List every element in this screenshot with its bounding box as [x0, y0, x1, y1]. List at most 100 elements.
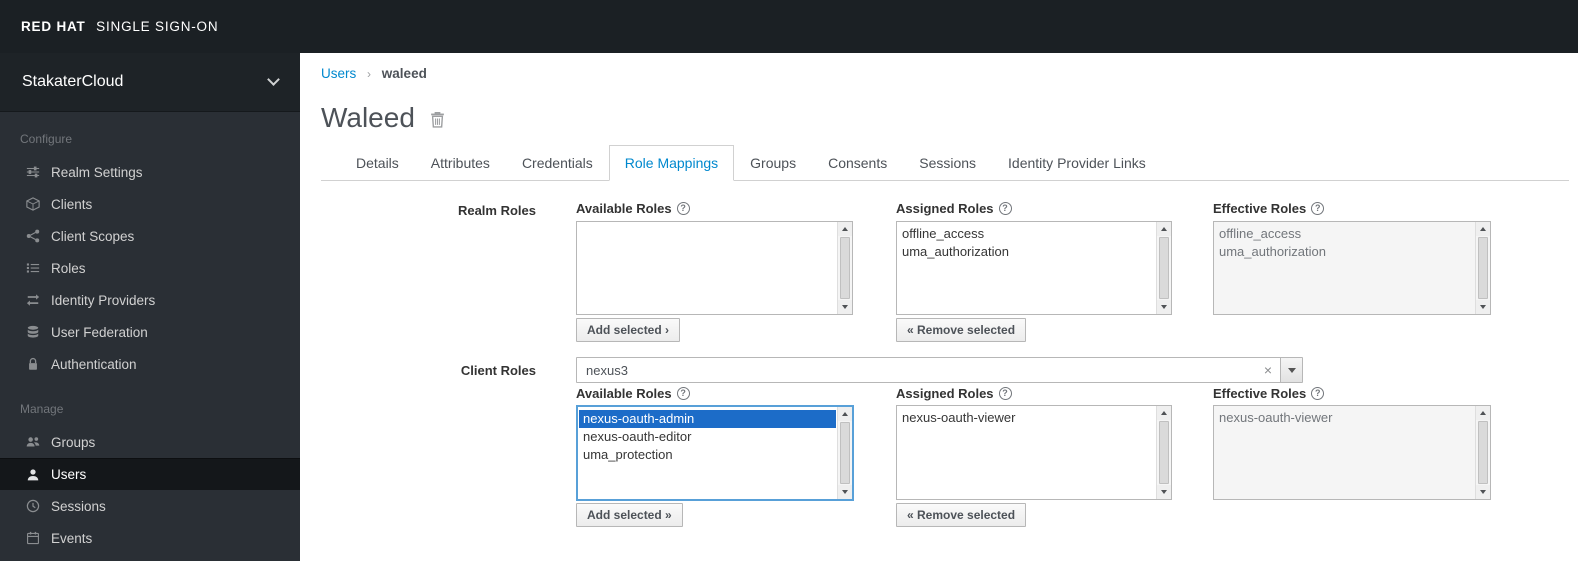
clear-selection-icon[interactable]: ×: [1256, 362, 1280, 378]
sidebar-item-roles[interactable]: Roles: [0, 252, 300, 284]
listbox-options: nexus-oauth-viewer: [897, 406, 1156, 499]
lock-icon: [25, 357, 40, 372]
realm-remove-selected-button[interactable]: « Remove selected: [896, 318, 1027, 342]
scroll-up-button[interactable]: [1476, 406, 1490, 420]
help-icon[interactable]: ?: [1311, 387, 1325, 400]
delete-user-icon[interactable]: [430, 111, 445, 128]
dropdown-toggle-button[interactable]: [1280, 358, 1302, 382]
scroll-up-button[interactable]: [838, 222, 852, 236]
sidebar-item-realm-settings[interactable]: Realm Settings: [0, 156, 300, 188]
tab-attributes[interactable]: Attributes: [415, 145, 506, 181]
sidebar-item-users[interactable]: Users: [0, 458, 300, 490]
tab-consents[interactable]: Consents: [812, 145, 903, 181]
scrollbar[interactable]: [837, 222, 852, 314]
scroll-down-button[interactable]: [838, 485, 852, 499]
scroll-thumb[interactable]: [840, 422, 850, 484]
chevron-down-icon: [267, 73, 280, 86]
client-select[interactable]: nexus3 ×: [576, 357, 1303, 383]
client-roles-label: Client Roles: [460, 363, 536, 378]
scroll-down-button[interactable]: [1476, 300, 1490, 314]
sidebar-item-client-scopes[interactable]: Client Scopes: [0, 220, 300, 252]
scrollbar[interactable]: [1475, 222, 1490, 314]
triangle-down-icon: [1161, 490, 1167, 494]
realm-roles-label: Realm Roles: [457, 203, 536, 218]
role-option-selected[interactable]: nexus-oauth-admin: [579, 410, 836, 428]
help-icon[interactable]: ?: [998, 387, 1012, 400]
brand-secondary: SINGLE SIGN-ON: [96, 19, 219, 34]
scrollbar[interactable]: [1156, 406, 1171, 499]
triangle-down-icon: [842, 490, 848, 494]
help-icon[interactable]: ?: [998, 202, 1012, 215]
realm-available-roles-header: Available Roles ?: [576, 201, 690, 216]
section-label-manage: Manage: [20, 402, 64, 416]
header-text: Effective Roles: [1213, 386, 1307, 401]
help-icon[interactable]: ?: [676, 202, 690, 215]
scroll-up-button[interactable]: [1476, 222, 1490, 236]
role-option[interactable]: uma_authorization: [898, 243, 1155, 261]
client-assigned-roles-listbox[interactable]: nexus-oauth-viewer: [896, 405, 1172, 500]
tab-role-mappings[interactable]: Role Mappings: [608, 145, 735, 181]
tab-details[interactable]: Details: [340, 145, 415, 181]
role-option[interactable]: uma_protection: [579, 446, 836, 464]
client-remove-selected-button[interactable]: « Remove selected: [896, 503, 1027, 527]
realm-effective-roles-listbox: offline_access uma_authorization: [1213, 221, 1491, 315]
tab-groups[interactable]: Groups: [734, 145, 812, 181]
scroll-down-button[interactable]: [1157, 300, 1171, 314]
help-icon[interactable]: ?: [1311, 202, 1325, 215]
role-option[interactable]: offline_access: [898, 225, 1155, 243]
scrollbar[interactable]: [1475, 406, 1490, 499]
scroll-up-button[interactable]: [1157, 222, 1171, 236]
tab-credentials[interactable]: Credentials: [506, 145, 609, 181]
sidebar-item-authentication[interactable]: Authentication: [0, 348, 300, 380]
client-add-selected-button[interactable]: Add selected »: [576, 503, 683, 527]
role-option[interactable]: nexus-oauth-editor: [579, 428, 836, 446]
realm-assigned-roles-header: Assigned Roles ?: [896, 201, 1012, 216]
brand-logo[interactable]: RED HAT SINGLE SIGN-ON: [21, 19, 218, 34]
scroll-thumb[interactable]: [840, 237, 850, 299]
sidebar-item-identity-providers[interactable]: Identity Providers: [0, 284, 300, 316]
scrollbar[interactable]: [1156, 222, 1171, 314]
sliders-icon: [25, 165, 40, 180]
scroll-down-button[interactable]: [1476, 485, 1490, 499]
scroll-thumb[interactable]: [1159, 237, 1169, 299]
realm-assigned-roles-listbox[interactable]: offline_access uma_authorization: [896, 221, 1172, 315]
role-option: nexus-oauth-viewer: [1219, 410, 1333, 425]
scroll-up-button[interactable]: [838, 407, 852, 421]
sidebar-item-clients[interactable]: Clients: [0, 188, 300, 220]
realm-add-selected-button[interactable]: Add selected ›: [576, 318, 681, 342]
clock-icon: [25, 499, 40, 514]
role-option[interactable]: nexus-oauth-viewer: [898, 409, 1155, 427]
header-text: Assigned Roles: [896, 201, 994, 216]
tab-identity-provider-links[interactable]: Identity Provider Links: [992, 145, 1162, 181]
scroll-thumb[interactable]: [1159, 421, 1169, 484]
sidebar-item-user-federation[interactable]: User Federation: [0, 316, 300, 348]
scroll-down-button[interactable]: [838, 300, 852, 314]
scroll-down-button[interactable]: [1157, 485, 1171, 499]
scroll-thumb[interactable]: [1478, 421, 1488, 484]
breadcrumb-link-users[interactable]: Users: [321, 66, 356, 81]
triangle-up-icon: [1480, 411, 1486, 415]
client-available-roles-listbox[interactable]: nexus-oauth-admin nexus-oauth-editor uma…: [576, 405, 854, 501]
scrollbar[interactable]: [837, 407, 852, 499]
tab-sessions[interactable]: Sessions: [903, 145, 992, 181]
listbox-options: offline_access uma_authorization: [897, 222, 1156, 314]
sidebar-item-label: Realm Settings: [51, 164, 143, 180]
realm-available-roles-listbox[interactable]: [576, 221, 853, 315]
sidebar-item-sessions[interactable]: Sessions: [0, 490, 300, 522]
help-icon[interactable]: ?: [676, 387, 690, 400]
exchange-icon: [25, 293, 40, 308]
sidebar-item-events[interactable]: Events: [0, 522, 300, 554]
sidebar-item-label: Authentication: [51, 356, 137, 372]
scroll-thumb[interactable]: [1478, 237, 1488, 299]
sidebar-item-groups[interactable]: Groups: [0, 426, 300, 458]
caret-down-icon: [1287, 367, 1296, 373]
breadcrumb: Users › waleed: [321, 66, 1569, 81]
client-select-value: nexus3: [586, 362, 628, 378]
sidebar-item-label: Groups: [51, 434, 96, 450]
share-icon: [25, 229, 40, 244]
scroll-up-button[interactable]: [1157, 406, 1171, 420]
realm-selector[interactable]: StakaterCloud: [0, 53, 300, 112]
triangle-up-icon: [842, 227, 848, 231]
listbox-options: [577, 222, 837, 314]
breadcrumb-current: waleed: [381, 66, 427, 81]
